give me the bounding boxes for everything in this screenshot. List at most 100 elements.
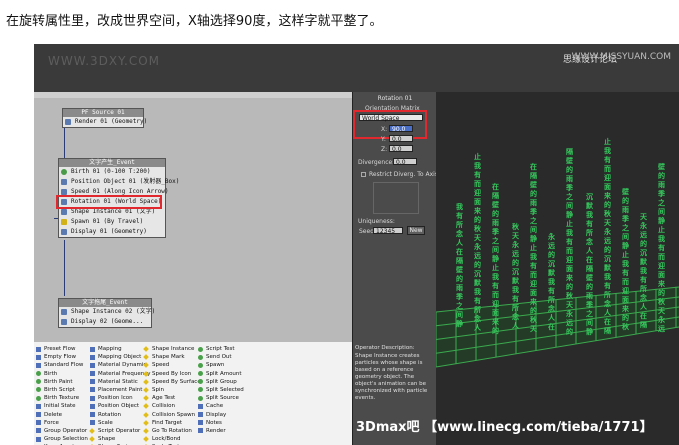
node-pf-source[interactable]: PF Source 01 Render 01 (Geometry) [62,108,147,128]
depot-item[interactable]: Preset Flow [36,345,88,353]
particle-view-menu[interactable] [34,92,352,98]
depot-item[interactable]: Placement Paint [90,386,151,394]
depot-item[interactable]: Position Icon [90,394,151,402]
depot-item[interactable]: Standard Flow [36,361,88,369]
depot-item[interactable]: Initial State [36,402,88,410]
depot-item[interactable]: Spin [144,386,201,394]
seed-field[interactable]: 12345 [373,227,403,235]
op-display-2[interactable]: Display 02 (Geome... [59,317,151,327]
particle-glyph: 人 [512,322,519,330]
particle-glyph: 静 [586,328,593,336]
depot-item[interactable]: Split Selected [198,386,244,394]
particle-glyph: 静 [456,320,463,328]
depot-item[interactable]: Speed By Surface [144,378,201,386]
depot-item[interactable]: Age Test [144,394,201,402]
y-value-field[interactable]: 0.0 [389,135,413,143]
particle-glyph: 的 [566,328,573,336]
depot-item[interactable]: Go To Rotation [144,427,201,435]
particle-glyph: 秋 [622,323,629,331]
op-display[interactable]: Display 01 (Geometry) [59,227,165,237]
particle-glyph: 人 [474,324,481,332]
depot-item[interactable]: Mapping [90,345,151,353]
depot-item[interactable]: Display [198,411,244,419]
x-label: X: [381,126,388,133]
new-seed-button[interactable]: New [407,226,425,235]
node-event2[interactable]: 文字拖尾_Event Shape Instance 02 (文字) Displa… [58,298,155,328]
rotation-panel-title: Rotation 01 [377,95,413,102]
op-position-object[interactable]: Position Object 01 (发射器_Box) [59,177,179,187]
restrict-axis-label: Restrict Diverg. To Axis [369,171,438,178]
particle-glyph: 远 [658,325,665,333]
depot-column-2: Mapping Mapping Object Material Dynamic Mat… [90,345,151,445]
depot-item[interactable]: Group Operator [36,427,88,435]
divergence-field[interactable]: 0.0 [393,158,417,166]
depot-item[interactable]: Shape [90,435,151,443]
op-render[interactable]: Render 01 (Geometry) [63,117,147,127]
op-shape-instance-2[interactable]: Shape Instance 02 (文字) [59,307,155,317]
wire-event2 [64,240,65,296]
depot-item[interactable]: Cache [198,402,244,410]
depot-item[interactable]: Material Dynamic [90,361,151,369]
depot-item[interactable]: Force [36,419,88,427]
depot-item[interactable]: Group Selection [36,435,88,443]
screenshot-frame: WWW.3DXY.COM 思缘设计论坛 WWW.MISSYUAN.COM PF … [34,44,679,445]
depot-item[interactable]: Material Frequency [90,370,151,378]
depot-item[interactable]: Scale [90,419,151,427]
3d-viewport[interactable]: 我有所念人在隔壁的雨季之间静止我有而迎面来的秋天永远的沉默我有所念人在隔壁的雨季… [436,92,679,445]
z-value-field[interactable]: 0.0 [389,145,413,153]
rotation-parameters-panel: Rotation 01 Orientation Matrix World Spa… [352,92,438,342]
description-title: Operator Description: [355,345,415,351]
depot-column-3: Shape Instance Shape Mark Speed Speed By Ic… [144,345,201,445]
footer-watermark: 3Dmax吧 【www.linecg.com/tieba/1771】 [356,420,653,435]
depot-item[interactable]: Material Static [90,378,151,386]
depot-item[interactable]: Shape Instance [144,345,201,353]
particle-glyph: 天 [530,325,537,333]
depot-item[interactable]: Speed [144,361,201,369]
x-value-field[interactable]: 90.0 [389,125,413,133]
depot-item[interactable]: Birth Texture [36,394,88,402]
y-label: Y: [381,136,386,143]
depot-item[interactable]: Birth Script [36,386,88,394]
depot-item[interactable]: Shape Mark [144,353,201,361]
depot-item[interactable]: Send Out [198,353,244,361]
particle-view[interactable]: PF Source 01 Render 01 (Geometry) 文字产生_E… [34,92,352,342]
description-text: Shape Instance creates particles whose s… [355,353,428,401]
depot-item[interactable]: Collision Spawn [144,411,201,419]
depot-item[interactable]: Birth Paint [36,378,88,386]
depot-item[interactable]: Collision [144,402,201,410]
watermark-left: WWW.3DXY.COM [48,54,161,68]
op-birth[interactable]: Birth 01 (0-100 T:200) [59,167,165,177]
depot-item[interactable]: Rotation [90,411,151,419]
depot-column-1: Preset Flow Empty Flow Standard Flow Birth B… [36,345,88,445]
depot-item[interactable]: Script Operator [90,427,151,435]
particle-glyph: 的 [492,327,499,335]
depot-item[interactable]: Split Amount [198,370,244,378]
depot-item[interactable]: Lock/Bond [144,435,201,443]
depot-item[interactable]: Position Object [90,402,151,410]
node-event1-title: 文字产生_Event [59,159,165,167]
depot-item[interactable]: Find Target [144,419,201,427]
restrict-axis-checkbox[interactable] [361,172,366,177]
highlight-rotation-op [56,195,162,209]
watermark-right-url: WWW.MISSYUAN.COM [571,52,671,62]
op-spawn[interactable]: Spawn 01 (By Travel) [59,217,165,227]
top-band: WWW.3DXY.COM 思缘设计论坛 WWW.MISSYUAN.COM [34,44,679,92]
depot-column-4: Script Test Send Out Spawn Split Amount Spli… [198,345,244,435]
depot-item[interactable]: Mapping Object [90,353,151,361]
depot-item[interactable]: Delete [36,411,88,419]
depot-item[interactable]: Notes [198,419,244,427]
depot-item[interactable]: Empty Flow [36,353,88,361]
uniqueness-label: Uniqueness: [358,218,395,225]
depot-item[interactable]: Spawn [198,361,244,369]
depot-item[interactable]: Birth [36,370,88,378]
depot-item[interactable]: Split Group [198,378,244,386]
caption-text: 在旋转属性里，改成世界空间，X轴选择90度，这样字就平整了。 [6,14,383,29]
node-pf-source-title: PF Source 01 [63,109,143,117]
depot-item[interactable]: Split Source [198,394,244,402]
particle-glyph: 隔 [604,327,611,335]
depot-item[interactable]: Script Test [198,345,244,353]
depot-item[interactable]: Speed By Icon [144,370,201,378]
depot-item[interactable]: Render [198,427,244,435]
particle-glyph: 在 [548,323,555,331]
particle-glyph: 隔 [640,321,647,329]
